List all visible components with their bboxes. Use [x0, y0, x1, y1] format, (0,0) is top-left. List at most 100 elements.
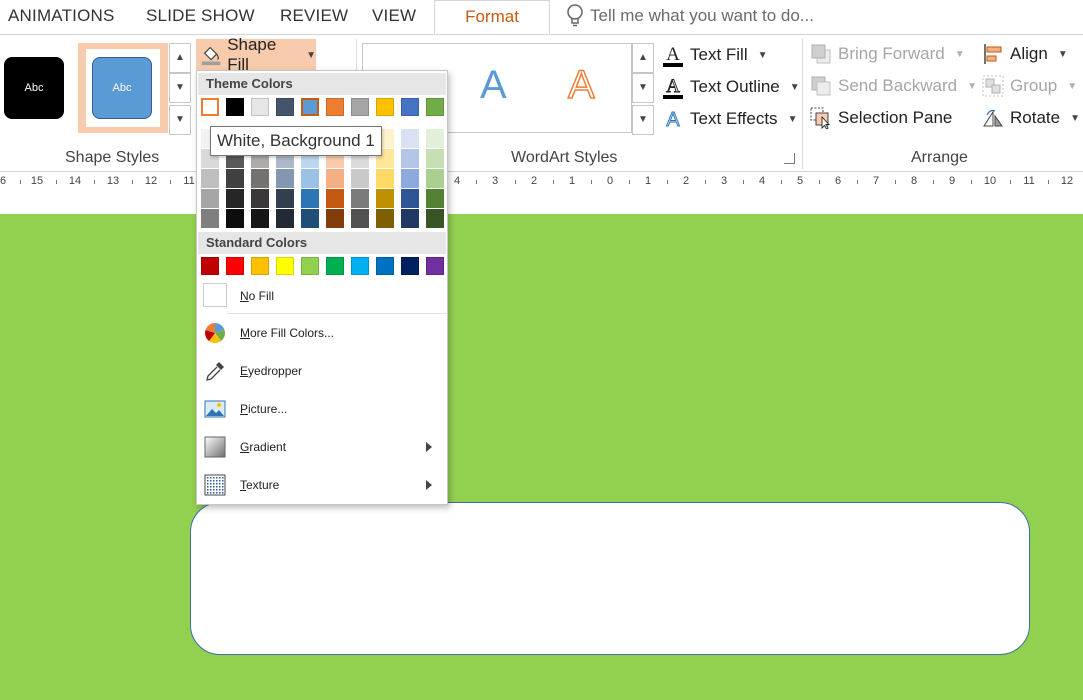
- gallery-scroll-down-button[interactable]: ▼: [169, 73, 191, 103]
- menu-divider: [227, 313, 447, 314]
- submenu-arrow-icon: [426, 442, 432, 452]
- tab-format[interactable]: Format: [434, 0, 550, 34]
- more-fill-colors-item[interactable]: More Fill Colors...: [198, 315, 446, 351]
- theme-shade-swatch[interactable]: [351, 189, 369, 208]
- text-outline-button[interactable]: A Text Outline ▼: [662, 75, 800, 99]
- ruler-tick-mark: [591, 180, 592, 184]
- no-fill-item[interactable]: No Fill: [198, 278, 446, 314]
- picture-item[interactable]: Picture...: [198, 391, 446, 427]
- standard-color-swatch[interactable]: [201, 257, 219, 275]
- theme-shade-swatch[interactable]: [226, 169, 244, 188]
- send-backward-label: Send Backward: [838, 76, 958, 95]
- theme-shade-swatch[interactable]: [426, 129, 444, 148]
- theme-shade-swatch[interactable]: [251, 189, 269, 208]
- tab-review[interactable]: REVIEW: [280, 6, 348, 26]
- wordart-sample-orange-outline[interactable]: A: [567, 62, 595, 108]
- texture-item[interactable]: Texture: [198, 467, 446, 503]
- color-tooltip: White, Background 1: [210, 126, 382, 156]
- theme-shade-swatch[interactable]: [276, 189, 294, 208]
- color-wheel-icon: [205, 323, 225, 343]
- standard-color-swatch[interactable]: [376, 257, 394, 275]
- theme-shade-swatch[interactable]: [226, 189, 244, 208]
- tab-view[interactable]: VIEW: [372, 6, 416, 26]
- theme-color-swatch[interactable]: [276, 98, 294, 116]
- theme-shade-swatch[interactable]: [426, 209, 444, 228]
- theme-color-swatch[interactable]: [226, 98, 244, 116]
- theme-shade-swatch[interactable]: [276, 169, 294, 188]
- theme-shade-swatch[interactable]: [301, 209, 319, 228]
- wordart-more-button[interactable]: ▼: [632, 105, 654, 135]
- theme-shade-swatch[interactable]: [401, 209, 419, 228]
- gallery-scroll-up-button[interactable]: ▲: [169, 43, 191, 73]
- send-backward-button[interactable]: Send Backward ▼: [810, 75, 977, 97]
- theme-shade-swatch[interactable]: [426, 189, 444, 208]
- ruler-tick-label: 2: [682, 175, 690, 187]
- theme-shade-swatch[interactable]: [401, 169, 419, 188]
- standard-color-swatch[interactable]: [426, 257, 444, 275]
- ruler-tick-mark: [629, 180, 630, 184]
- theme-color-swatch[interactable]: [351, 98, 369, 116]
- theme-shade-swatch[interactable]: [301, 169, 319, 188]
- tab-animations[interactable]: ANIMATIONS: [8, 6, 115, 26]
- dialog-launcher-icon[interactable]: [784, 153, 795, 164]
- theme-shade-swatch[interactable]: [401, 129, 419, 148]
- standard-color-swatch[interactable]: [401, 257, 419, 275]
- gallery-more-button[interactable]: ▼: [169, 105, 191, 135]
- theme-color-swatch[interactable]: [401, 98, 419, 116]
- theme-shade-swatch[interactable]: [326, 169, 344, 188]
- theme-shade-swatch[interactable]: [426, 169, 444, 188]
- theme-shade-swatch[interactable]: [401, 189, 419, 208]
- theme-color-swatch[interactable]: [426, 98, 444, 116]
- theme-shade-swatch[interactable]: [326, 209, 344, 228]
- theme-shade-swatch[interactable]: [276, 209, 294, 228]
- wordart-sample-blue[interactable]: A: [480, 63, 507, 108]
- theme-shade-swatch[interactable]: [226, 209, 244, 228]
- theme-color-swatch[interactable]: [251, 98, 269, 116]
- theme-color-swatch[interactable]: [326, 98, 344, 116]
- theme-shade-swatch[interactable]: [376, 169, 394, 188]
- svg-text:A: A: [666, 109, 680, 131]
- standard-color-swatch[interactable]: [326, 257, 344, 275]
- theme-shade-swatch[interactable]: [351, 209, 369, 228]
- text-effects-button[interactable]: A Text Effects ▼: [662, 107, 798, 131]
- standard-color-swatch[interactable]: [251, 257, 269, 275]
- theme-shade-swatch[interactable]: [376, 209, 394, 228]
- rotate-button[interactable]: Rotate ▼: [982, 107, 1080, 129]
- tab-slide-show[interactable]: SLIDE SHOW: [146, 6, 255, 26]
- wordart-scroll-down-button[interactable]: ▼: [632, 73, 654, 103]
- standard-color-swatch[interactable]: [276, 257, 294, 275]
- shape-style-preset-blue[interactable]: Abc: [92, 57, 152, 119]
- theme-shade-swatch[interactable]: [376, 189, 394, 208]
- theme-shade-swatch[interactable]: [326, 189, 344, 208]
- shape-fill-button[interactable]: Shape Fill ▼: [196, 35, 316, 74]
- rounded-rectangle-shape[interactable]: [190, 502, 1030, 655]
- text-fill-button[interactable]: A Text Fill ▼: [662, 43, 768, 67]
- theme-color-swatch[interactable]: [376, 98, 394, 116]
- horizontal-ruler[interactable]: 6 15 14 13 12 11 4 3 2 1 0 1 2 3 4 5 6 7 8 9 10 11 12: [0, 172, 1083, 192]
- theme-shade-swatch[interactable]: [251, 209, 269, 228]
- gradient-item[interactable]: Gradient: [198, 429, 446, 465]
- standard-color-swatch[interactable]: [226, 257, 244, 275]
- wordart-scroll-up-button[interactable]: ▲: [632, 43, 654, 73]
- standard-color-swatch[interactable]: [351, 257, 369, 275]
- rotate-icon: [983, 109, 1003, 127]
- eyedropper-item[interactable]: Eyedropper: [198, 353, 446, 389]
- theme-shade-swatch[interactable]: [401, 149, 419, 168]
- theme-shade-swatch[interactable]: [201, 209, 219, 228]
- ruler-tick-mark: [781, 180, 782, 184]
- group-button[interactable]: Group ▼: [982, 75, 1077, 97]
- selection-pane-button[interactable]: Selection Pane: [810, 107, 952, 129]
- theme-shade-swatch[interactable]: [251, 169, 269, 188]
- theme-color-swatch[interactable]: [201, 98, 219, 116]
- theme-color-swatch[interactable]: [301, 98, 319, 116]
- theme-shade-swatch[interactable]: [201, 189, 219, 208]
- standard-color-swatch[interactable]: [301, 257, 319, 275]
- bring-forward-button[interactable]: Bring Forward ▼: [810, 43, 965, 65]
- theme-shade-swatch[interactable]: [426, 149, 444, 168]
- align-button[interactable]: Align ▼: [982, 43, 1068, 65]
- theme-shade-swatch[interactable]: [351, 169, 369, 188]
- theme-shade-swatch[interactable]: [301, 189, 319, 208]
- tell-me-search[interactable]: Tell me what you want to do...: [566, 4, 814, 28]
- shape-style-preset-black[interactable]: Abc: [4, 57, 64, 119]
- theme-shade-swatch[interactable]: [201, 169, 219, 188]
